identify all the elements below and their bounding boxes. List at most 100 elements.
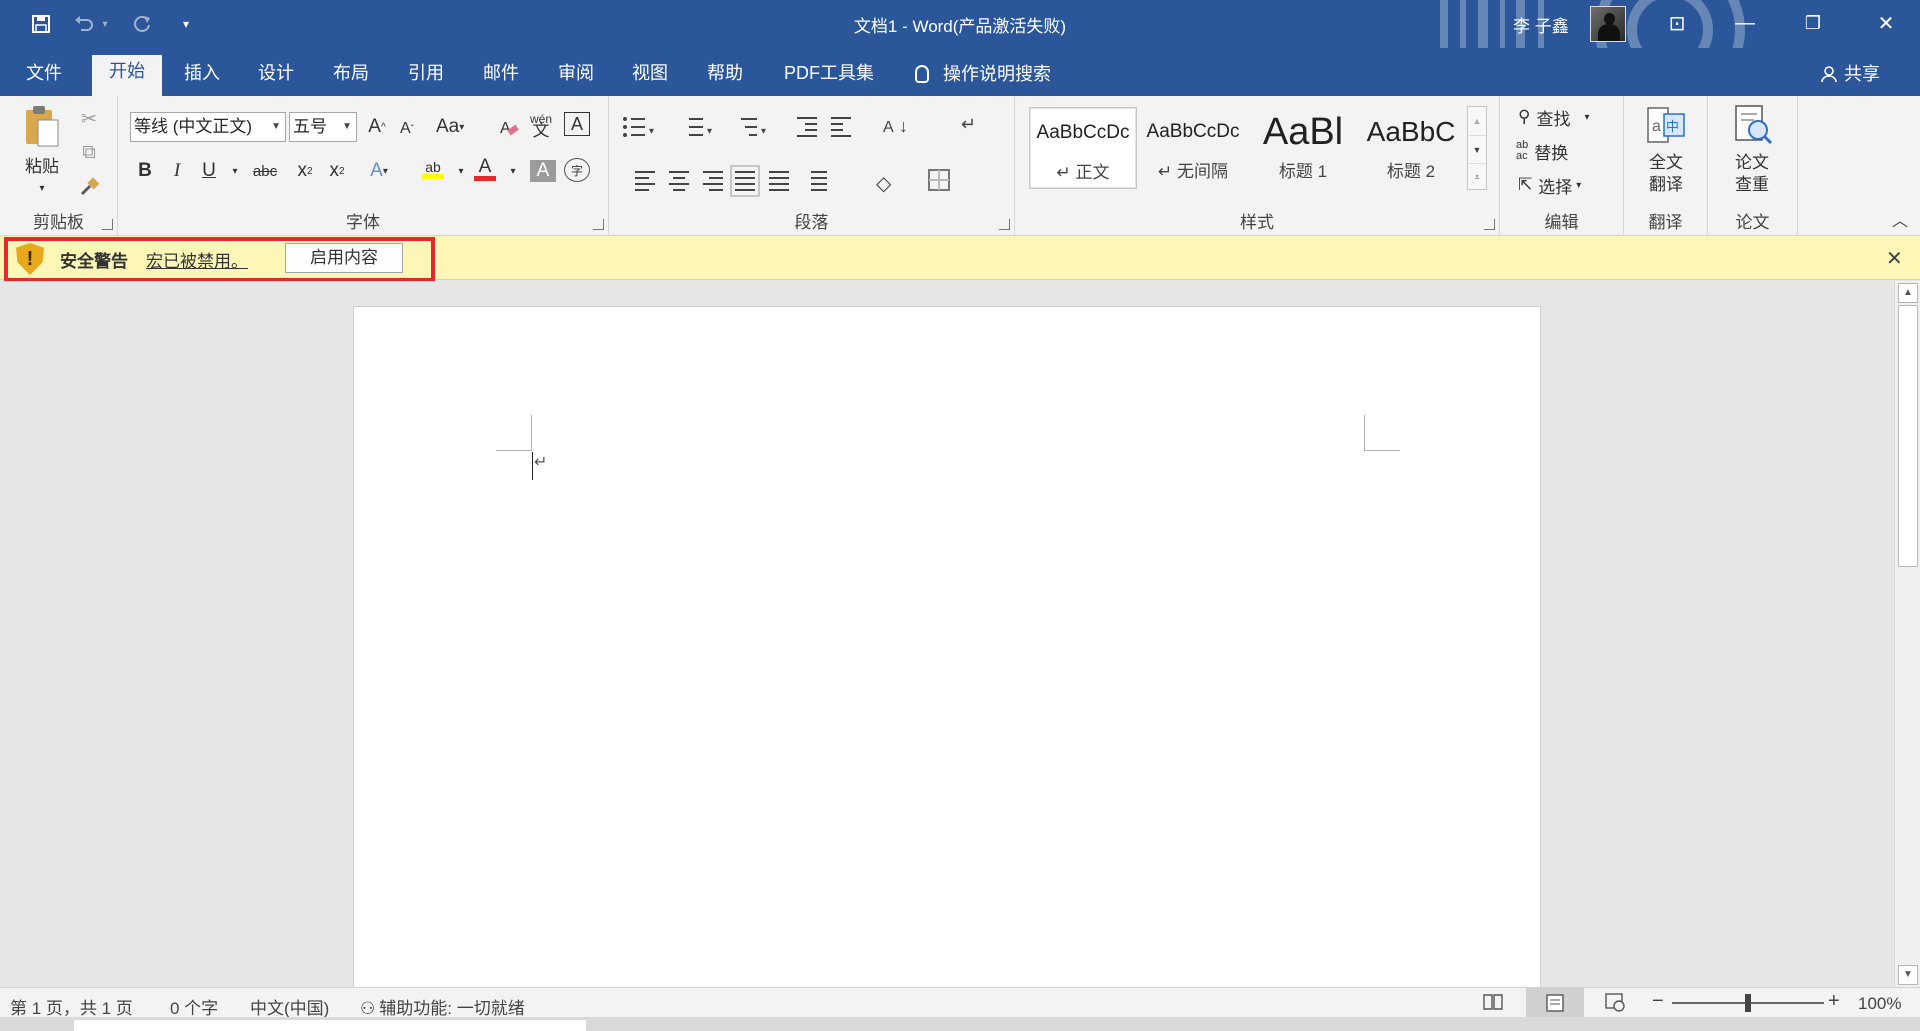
superscript-button[interactable]: x2: [324, 156, 350, 186]
tab-review[interactable]: 审阅: [544, 60, 608, 96]
change-case-button[interactable]: Aa ▾: [436, 112, 464, 142]
font-color-button[interactable]: A: [472, 154, 498, 184]
tab-view[interactable]: 视图: [618, 60, 682, 96]
font-name-combo[interactable]: 等线 (中文正文) ▼: [130, 112, 286, 142]
distributed-button[interactable]: [767, 162, 793, 192]
bullets-button[interactable]: [621, 110, 675, 140]
tell-me-search[interactable]: 操作说明搜索: [915, 60, 1051, 86]
cut-button[interactable]: ✂: [76, 104, 102, 134]
phonetic-guide-button[interactable]: wén 文: [528, 110, 554, 140]
clipboard-launcher[interactable]: [102, 219, 113, 230]
minimize-button[interactable]: —: [1711, 0, 1779, 46]
underline-dropdown[interactable]: ▾: [222, 156, 248, 186]
find-button[interactable]: ⚲ 查找 ▾: [1518, 102, 1589, 132]
font-color-dropdown[interactable]: ▾: [500, 156, 526, 186]
enclose-characters-button[interactable]: 字: [564, 158, 590, 182]
bold-button[interactable]: B: [132, 156, 158, 186]
decrease-indent-button[interactable]: [795, 110, 821, 140]
document-page[interactable]: [353, 306, 1541, 1006]
tab-file[interactable]: 文件: [12, 60, 76, 96]
character-border-button[interactable]: A: [564, 112, 590, 136]
print-layout-button[interactable]: [1526, 988, 1584, 1017]
zoom-slider-thumb[interactable]: [1745, 994, 1751, 1012]
zoom-level[interactable]: 100%: [1858, 994, 1901, 1014]
zoom-in-button[interactable]: +: [1828, 990, 1840, 1013]
style-heading-2[interactable]: AaBbC 标题 2: [1357, 107, 1465, 189]
tab-help[interactable]: 帮助: [693, 60, 757, 96]
undo-dropdown[interactable]: ▾: [97, 10, 113, 38]
styles-scroll-down[interactable]: ▼: [1468, 135, 1486, 163]
style-no-spacing[interactable]: AaBbCcDc ↵ 无间隔: [1139, 107, 1247, 189]
subscript-button[interactable]: x2: [292, 156, 318, 186]
borders-button[interactable]: [925, 162, 971, 192]
read-mode-button[interactable]: [1482, 992, 1504, 1017]
tab-mailings[interactable]: 邮件: [469, 60, 533, 96]
redo-button[interactable]: [128, 10, 156, 38]
vertical-scrollbar[interactable]: ▲ ▼: [1894, 281, 1920, 987]
sort-button[interactable]: [913, 110, 939, 140]
tab-insert[interactable]: 插入: [170, 60, 234, 96]
underline-button[interactable]: U: [196, 156, 222, 186]
macros-disabled-link[interactable]: 宏已被禁用。: [146, 247, 248, 272]
align-center-button[interactable]: [665, 162, 691, 192]
scroll-up-button[interactable]: ▲: [1898, 283, 1918, 303]
close-button[interactable]: ✕: [1852, 0, 1920, 46]
style-normal[interactable]: AaBbCcDc ↵ 正文: [1029, 107, 1137, 189]
word-count[interactable]: 0 个字: [170, 994, 218, 1019]
strikethrough-button[interactable]: abc: [252, 156, 278, 186]
shading-button[interactable]: [867, 162, 913, 192]
scroll-down-button[interactable]: ▼: [1898, 965, 1918, 985]
paragraph-launcher[interactable]: [999, 219, 1010, 230]
style-heading-1[interactable]: AaBl 标题 1: [1249, 107, 1357, 189]
enable-content-button[interactable]: 启用内容: [285, 243, 403, 273]
paper-check-button[interactable]: 论文 查重: [1720, 104, 1784, 196]
tab-pdf-tools[interactable]: PDF工具集: [770, 60, 888, 96]
chinese-layout-button[interactable]: [865, 110, 905, 140]
copy-button[interactable]: ⧉: [76, 138, 102, 168]
customize-quick-access-button[interactable]: ▾: [172, 10, 200, 38]
share-button[interactable]: 共享: [1820, 60, 1880, 86]
full-text-translate-button[interactable]: a中 全文 翻译: [1634, 106, 1698, 196]
format-painter-button[interactable]: [76, 172, 102, 202]
zoom-out-button[interactable]: −: [1652, 990, 1664, 1013]
replace-button[interactable]: ab ac 替换: [1516, 136, 1568, 166]
increase-indent-button[interactable]: [829, 110, 855, 140]
ribbon-display-options-button[interactable]: ⊡: [1643, 0, 1711, 46]
tab-design[interactable]: 设计: [244, 60, 308, 96]
highlight-button[interactable]: ab: [420, 154, 446, 184]
styles-scroll-up[interactable]: ▲: [1468, 107, 1486, 135]
styles-launcher[interactable]: [1484, 219, 1495, 230]
numbering-button[interactable]: [679, 110, 733, 140]
tab-home[interactable]: 开始: [92, 55, 162, 96]
save-button[interactable]: [27, 10, 55, 38]
styles-gallery-expand[interactable]: ⩡: [1468, 163, 1486, 189]
highlight-dropdown[interactable]: ▾: [448, 156, 474, 186]
page-count[interactable]: 第 1 页，共 1 页: [10, 994, 133, 1019]
justify-button[interactable]: [733, 162, 759, 192]
tab-layout[interactable]: 布局: [319, 60, 383, 96]
multilevel-list-button[interactable]: [733, 110, 777, 140]
select-button[interactable]: ⇱ 选择 ▾: [1518, 170, 1581, 200]
tab-references[interactable]: 引用: [394, 60, 458, 96]
show-formatting-marks-button[interactable]: [957, 110, 983, 140]
scroll-thumb[interactable]: [1898, 305, 1918, 567]
text-effects-button[interactable]: A ▾: [366, 156, 392, 186]
undo-button[interactable]: [70, 10, 98, 38]
avatar[interactable]: [1590, 6, 1626, 42]
collapse-ribbon-button[interactable]: ︿: [1892, 207, 1908, 231]
web-layout-button[interactable]: [1604, 992, 1626, 1017]
character-shading-button[interactable]: A: [530, 160, 556, 182]
font-size-combo[interactable]: 五号 ▼: [289, 112, 357, 142]
shrink-font-button[interactable]: Aˇ: [394, 114, 420, 144]
align-left-button[interactable]: [631, 162, 657, 192]
paste-button[interactable]: 粘贴 ▾: [12, 104, 72, 200]
restore-button[interactable]: ❐: [1779, 0, 1847, 46]
grow-font-button[interactable]: A ^: [364, 112, 390, 142]
align-right-button[interactable]: [699, 162, 725, 192]
italic-button[interactable]: I: [164, 156, 190, 186]
font-launcher[interactable]: [593, 219, 604, 230]
line-spacing-button[interactable]: [807, 162, 853, 192]
close-message-bar-button[interactable]: ✕: [1886, 246, 1903, 271]
user-name[interactable]: 李 子鑫: [1513, 12, 1569, 37]
accessibility-status[interactable]: ⚇ 辅助功能: 一切就绪: [360, 994, 525, 1019]
